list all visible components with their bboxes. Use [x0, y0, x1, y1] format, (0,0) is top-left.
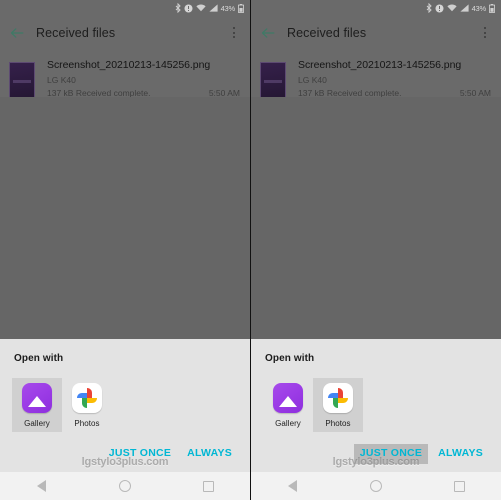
dialog-actions: JUST ONCE ALWAYS	[12, 444, 238, 466]
just-once-button[interactable]: JUST ONCE	[103, 444, 177, 464]
recents-nav-button[interactable]	[439, 472, 479, 500]
page-title: Received files	[36, 25, 116, 40]
always-button[interactable]: ALWAYS	[432, 444, 489, 464]
app-option-gallery[interactable]: Gallery	[12, 378, 62, 433]
app-option-label: Photos	[325, 419, 351, 429]
back-nav-button[interactable]	[273, 472, 313, 500]
signal-icon	[459, 4, 469, 12]
page-title: Received files	[287, 25, 367, 40]
recents-nav-button[interactable]	[188, 472, 228, 500]
battery-percent-label: 43%	[471, 3, 487, 13]
navigation-bar	[251, 472, 501, 500]
open-with-dialog: Open with Gallery Photos JUST ONCE ALWAY…	[251, 339, 501, 472]
app-option-label: Gallery	[275, 419, 301, 429]
panel-left: 43% Received files Screenshot_20210213-1…	[0, 0, 250, 500]
app-bar: Received files	[0, 16, 250, 49]
alarm-icon	[184, 4, 193, 12]
file-info: Screenshot_20210213-145256.png LG K40 13…	[47, 59, 240, 99]
home-nav-button[interactable]	[356, 472, 396, 500]
back-arrow-icon[interactable]	[9, 25, 25, 41]
wifi-icon	[446, 4, 457, 12]
google-photos-icon	[72, 383, 102, 414]
app-chooser-list: Gallery Photos	[12, 378, 238, 433]
app-bar: Received files	[251, 16, 501, 49]
status-bar: 43%	[0, 0, 250, 16]
file-info: Screenshot_20210213-145256.png LG K40 13…	[298, 59, 491, 99]
overflow-menu-icon[interactable]	[478, 24, 492, 42]
dialog-title: Open with	[14, 353, 64, 365]
open-with-dialog: Open with Gallery Photos JUST ONCE ALWAY…	[0, 339, 250, 472]
home-nav-button[interactable]	[105, 472, 145, 500]
app-chooser-list: Gallery Photos	[263, 378, 489, 433]
file-thumbnail	[260, 62, 286, 100]
navigation-bar	[0, 472, 250, 500]
panel-right: 43% Received files Screenshot_20210213-1…	[251, 0, 501, 500]
file-device: LG K40	[298, 75, 327, 86]
status-bar: 43%	[251, 0, 501, 16]
google-photos-icon	[323, 383, 353, 414]
file-device: LG K40	[47, 75, 76, 86]
app-option-label: Gallery	[24, 419, 50, 429]
bluetooth-icon	[175, 3, 181, 13]
dialog-title: Open with	[265, 353, 315, 365]
wifi-icon	[195, 4, 206, 12]
overflow-menu-icon[interactable]	[227, 24, 241, 42]
dual-screenshot-stage: 43% Received files Screenshot_20210213-1…	[0, 0, 501, 500]
alarm-icon	[435, 4, 444, 12]
battery-icon	[238, 3, 244, 13]
signal-icon	[208, 4, 218, 12]
battery-percent-label: 43%	[220, 3, 236, 13]
file-thumbnail	[9, 62, 35, 100]
back-arrow-icon[interactable]	[260, 25, 276, 41]
app-option-photos[interactable]: Photos	[62, 378, 112, 432]
just-once-button[interactable]: JUST ONCE	[353, 444, 429, 464]
app-option-gallery[interactable]: Gallery	[263, 378, 313, 432]
app-option-label: Photos	[74, 419, 100, 429]
always-button[interactable]: ALWAYS	[181, 444, 238, 464]
app-option-photos[interactable]: Photos	[313, 378, 363, 433]
gallery-icon	[22, 383, 52, 414]
back-nav-button[interactable]	[22, 472, 62, 500]
gallery-icon	[273, 383, 303, 414]
battery-icon	[489, 3, 495, 13]
dialog-actions: JUST ONCE ALWAYS	[263, 444, 489, 466]
file-name: Screenshot_20210213-145256.png	[47, 59, 211, 71]
file-name: Screenshot_20210213-145256.png	[298, 59, 462, 71]
bluetooth-icon	[426, 3, 432, 13]
